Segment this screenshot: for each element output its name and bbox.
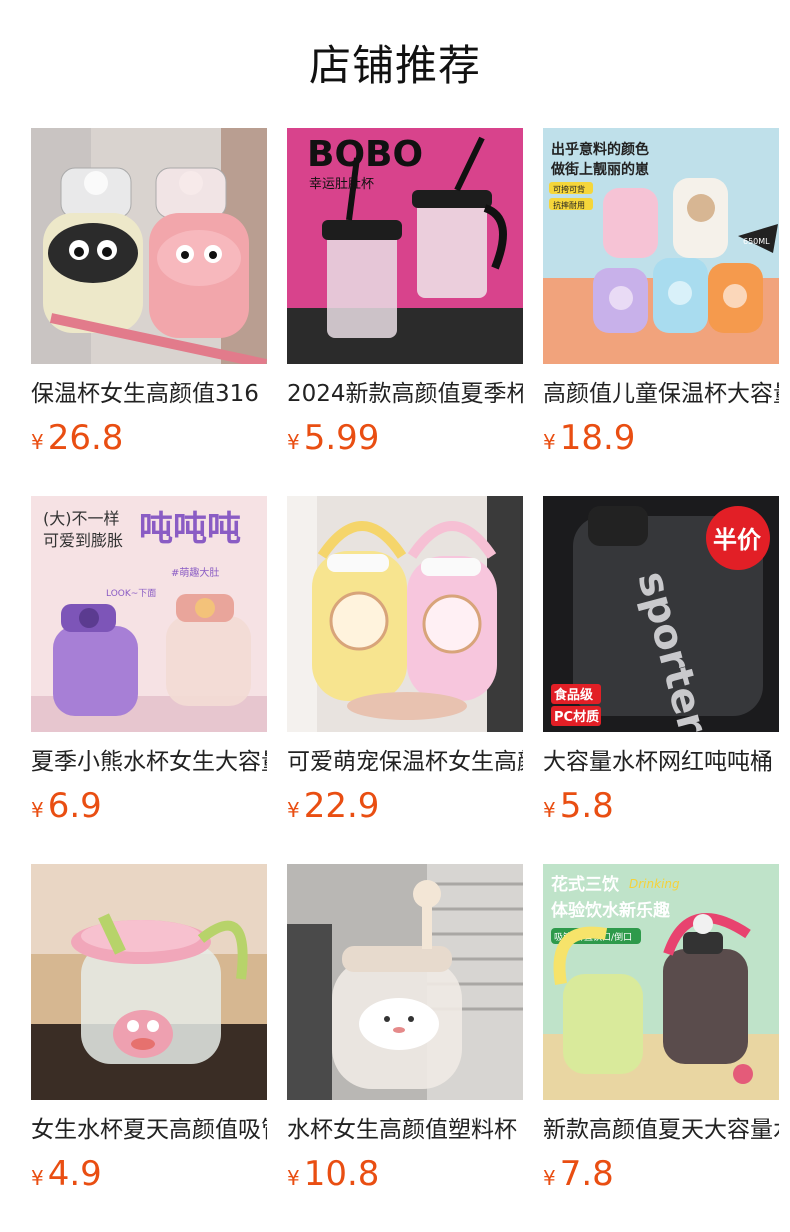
image-text-1: 花式三饮: [551, 874, 620, 895]
image-text-look: LOOK~下面: [106, 588, 156, 599]
image-text-2: 可爱到膨胀: [43, 531, 123, 550]
currency-symbol: ¥: [543, 430, 556, 454]
product-title[interactable]: 2024新款高颜值夏季杯: [287, 378, 523, 410]
product-price: ¥4.9: [31, 1152, 102, 1196]
product-image[interactable]: 花式三饮 Drinking 体验饮水新乐趣 吸管口/直饮口/倒口: [543, 864, 779, 1100]
price-value: 5.99: [303, 418, 380, 458]
image-text-headline-1: 出乎意料的颜色: [551, 141, 649, 158]
product-card[interactable]: BOBO 幸运肚肚杯 2024新款高颜值夏季杯 ¥5.99: [287, 128, 523, 463]
image-text-material: PC材质: [554, 709, 599, 725]
page-title: 店铺推荐: [308, 41, 481, 90]
currency-symbol: ¥: [543, 1166, 556, 1190]
product-price: ¥18.9: [543, 416, 635, 460]
product-title[interactable]: 女生水杯夏天高颜值吸管杯: [31, 1114, 267, 1146]
currency-symbol: ¥: [31, 1166, 44, 1190]
product-card[interactable]: 可爱萌宠保温杯女生高颜值 ¥22.9: [287, 496, 523, 831]
price-value: 26.8: [47, 418, 124, 458]
product-image[interactable]: [31, 128, 267, 364]
image-text-sub: 幸运肚肚杯: [309, 177, 374, 192]
currency-symbol: ¥: [31, 430, 44, 454]
price-value: 18.9: [559, 418, 636, 458]
image-text-bobo: BOBO: [307, 134, 423, 175]
currency-symbol: ¥: [287, 430, 300, 454]
image-text-volume: 650ML: [743, 237, 770, 246]
image-text-tag-2: 抗摔耐用: [553, 200, 585, 210]
image-text-halfprice: 半价: [713, 526, 762, 554]
price-value: 7.8: [559, 1154, 614, 1194]
product-title[interactable]: 水杯女生高颜值塑料杯: [287, 1114, 523, 1146]
image-text-tag-1: 可挎可背: [553, 184, 585, 194]
section-header: 店铺推荐: [0, 0, 790, 128]
product-card[interactable]: 女生水杯夏天高颜值吸管杯 ¥4.9: [31, 864, 267, 1199]
image-text-headline-2: 做街上靓丽的崽: [550, 161, 649, 178]
product-title[interactable]: 大容量水杯网红吨吨桶: [543, 746, 779, 778]
product-card[interactable]: 保温杯女生高颜值316 ¥26.8: [31, 128, 267, 463]
product-image[interactable]: BOBO 幸运肚肚杯: [287, 128, 523, 364]
currency-symbol: ¥: [287, 1166, 300, 1190]
product-price: ¥10.8: [287, 1152, 379, 1196]
product-title[interactable]: 保温杯女生高颜值316: [31, 378, 267, 410]
product-image[interactable]: sporter 半价 食品级 PC材质: [543, 496, 779, 732]
product-card[interactable]: 水杯女生高颜值塑料杯 ¥10.8: [287, 864, 523, 1199]
price-value: 5.8: [559, 786, 614, 826]
product-image[interactable]: [31, 864, 267, 1100]
currency-symbol: ¥: [31, 798, 44, 822]
currency-symbol: ¥: [287, 798, 300, 822]
product-price: ¥26.8: [31, 416, 123, 460]
price-value: 4.9: [47, 1154, 102, 1194]
product-title[interactable]: 夏季小熊水杯女生大容量: [31, 746, 267, 778]
product-image[interactable]: [287, 496, 523, 732]
image-text-drinking: Drinking: [629, 877, 680, 891]
price-value: 6.9: [47, 786, 102, 826]
price-value: 10.8: [303, 1154, 380, 1194]
currency-symbol: ¥: [543, 798, 556, 822]
image-text-foodgrade: 食品级: [554, 687, 594, 703]
product-price: ¥22.9: [287, 784, 379, 828]
product-card[interactable]: sporter 半价 食品级 PC材质 大容量水杯网红吨吨桶 ¥5.8: [543, 496, 779, 831]
product-price: ¥5.99: [287, 416, 379, 460]
product-price: ¥5.8: [543, 784, 614, 828]
product-price: ¥6.9: [31, 784, 102, 828]
product-title[interactable]: 高颜值儿童保温杯大容量: [543, 378, 779, 410]
product-card[interactable]: 花式三饮 Drinking 体验饮水新乐趣 吸管口/直饮口/倒口 新款高颜值夏天…: [543, 864, 779, 1199]
image-text-dundun: 吨吨吨: [139, 509, 241, 549]
image-text-2: 体验饮水新乐趣: [551, 900, 671, 921]
product-image[interactable]: 出乎意料的颜色 做街上靓丽的崽 可挎可背 抗摔耐用 650ML: [543, 128, 779, 364]
image-text-1: (大)不一样: [43, 509, 120, 528]
product-price: ¥7.8: [543, 1152, 614, 1196]
price-value: 22.9: [303, 786, 380, 826]
product-image[interactable]: [287, 864, 523, 1100]
product-image[interactable]: (大)不一样 可爱到膨胀 吨吨吨 #萌趣大肚 LOOK~下面: [31, 496, 267, 732]
product-title[interactable]: 新款高颜值夏天大容量水杯: [543, 1114, 779, 1146]
product-card[interactable]: (大)不一样 可爱到膨胀 吨吨吨 #萌趣大肚 LOOK~下面 夏季小熊水杯女生大…: [31, 496, 267, 831]
image-text-tag: #萌趣大肚: [171, 566, 219, 579]
product-card[interactable]: 出乎意料的颜色 做街上靓丽的崽 可挎可背 抗摔耐用 650ML 高颜值儿童保温杯…: [543, 128, 779, 463]
product-title[interactable]: 可爱萌宠保温杯女生高颜值: [287, 746, 523, 778]
